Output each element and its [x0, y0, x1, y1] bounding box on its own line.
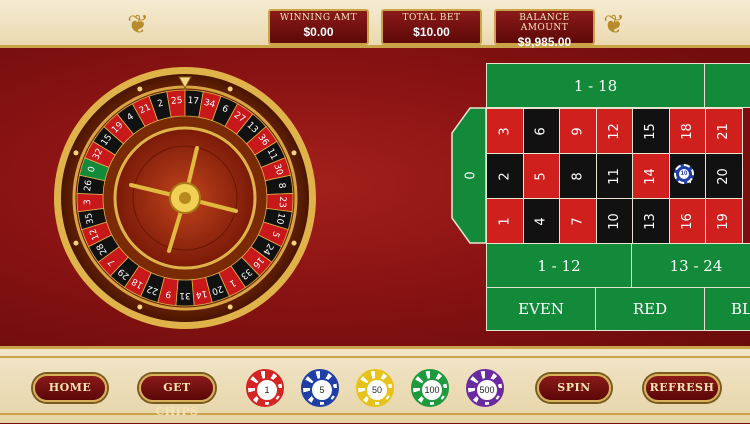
- chip-100[interactable]: 100: [411, 369, 449, 407]
- bet-number-20[interactable]: 20: [705, 153, 743, 199]
- bet-number-label: 13: [643, 212, 659, 230]
- chip-value-label: 100: [420, 378, 444, 402]
- bet-number-15[interactable]: 15: [632, 108, 670, 154]
- bet-number-label: 15: [643, 122, 659, 140]
- wheel-pocket-number: 14: [195, 288, 208, 300]
- bet-zero-label: 0: [463, 171, 479, 180]
- bet-number-18[interactable]: 18: [668, 108, 706, 154]
- placed-chip-value: 10: [679, 169, 689, 179]
- bet-first-dozen[interactable]: 1 - 12: [486, 243, 632, 288]
- home-button[interactable]: HOME: [33, 374, 107, 402]
- wheel-diamond-icon: [137, 304, 143, 310]
- wheel-pocket-number: 23: [277, 196, 287, 208]
- bet-number-21[interactable]: 21: [705, 108, 743, 154]
- bet-number-14[interactable]: 14: [632, 153, 670, 199]
- bet-number-9[interactable]: 9: [559, 108, 597, 154]
- wheel-diamond-icon: [73, 240, 79, 246]
- bet-number-label: 20: [716, 167, 732, 185]
- bet-number-label: 21: [716, 122, 732, 140]
- bet-number-7[interactable]: 7: [559, 198, 597, 244]
- chip-1[interactable]: 1: [246, 369, 284, 407]
- chip-value-label: 1: [255, 378, 279, 402]
- bet-1-18[interactable]: 1 - 18: [486, 63, 705, 108]
- wheel-pocket-number: 3: [83, 199, 93, 205]
- bet-number-2[interactable]: 2: [486, 153, 524, 199]
- bet-number-label: 1: [497, 216, 513, 226]
- placed-chip[interactable]: 10: [674, 164, 694, 184]
- bet-number-6[interactable]: 6: [522, 108, 560, 154]
- bet-number-label: 8: [570, 171, 586, 181]
- wheel-diamond-icon: [137, 86, 143, 92]
- bet-even-label: EVEN: [518, 300, 564, 318]
- bet-first-dozen-label: 1 - 12: [537, 256, 581, 275]
- bet-number-5[interactable]: 5: [522, 153, 560, 199]
- wheel-hub-center: [179, 192, 191, 204]
- bet-number-label: 7: [570, 216, 586, 226]
- bet-number-10[interactable]: 10: [595, 198, 633, 244]
- bet-number-13[interactable]: 13: [632, 198, 670, 244]
- bet-second-dozen-label: 13 - 24: [669, 256, 723, 275]
- bet-number-label: 10: [606, 212, 622, 230]
- chip-value-label: 50: [365, 378, 389, 402]
- bet-number-1[interactable]: 1: [486, 198, 524, 244]
- bet-top-next[interactable]: [704, 63, 750, 108]
- bet-red[interactable]: RED: [595, 287, 705, 331]
- wheel-pocket-number: 26: [83, 179, 94, 192]
- wheel-diamond-icon: [291, 150, 297, 156]
- bet-number-label: 6: [533, 126, 549, 136]
- bet-number-8[interactable]: 8: [559, 153, 597, 199]
- bet-number-label: 9: [570, 126, 586, 136]
- bet-second-dozen[interactable]: 13 - 24: [631, 243, 750, 288]
- bet-even[interactable]: EVEN: [486, 287, 596, 331]
- chip-50[interactable]: 50: [356, 369, 394, 407]
- bet-black[interactable]: BL: [704, 287, 750, 331]
- bet-number-label: 2: [497, 171, 513, 181]
- wheel-pocket-number: 17: [187, 96, 199, 107]
- refresh-button[interactable]: REFRESH: [644, 374, 720, 402]
- bet-red-label: RED: [632, 300, 668, 318]
- bet-number-4[interactable]: 4: [522, 198, 560, 244]
- wheel-diamond-icon: [73, 150, 79, 156]
- chip-500[interactable]: 500: [466, 369, 504, 407]
- wheel-diamond-icon: [227, 304, 233, 310]
- bottom-trim-bottom: [0, 413, 750, 415]
- bet-number-16[interactable]: 16: [668, 198, 706, 244]
- bet-1-18-label: 1 - 18: [573, 76, 618, 95]
- bet-number-12[interactable]: 12: [595, 108, 633, 154]
- spin-button[interactable]: SPIN: [537, 374, 611, 402]
- bet-black-label: BL: [731, 300, 750, 318]
- bet-number-3[interactable]: 3: [486, 108, 524, 154]
- bet-number-11[interactable]: 11: [595, 153, 633, 199]
- bet-number-label: 18: [679, 122, 695, 140]
- bet-number-label: 3: [497, 126, 513, 136]
- bet-number-label: 11: [606, 167, 622, 185]
- get-chips-button[interactable]: GET CHIPS: [139, 374, 215, 418]
- bet-number-19[interactable]: 19: [705, 198, 743, 244]
- wheel-diamond-icon: [291, 240, 297, 246]
- wheel-pocket-number: 25: [171, 96, 183, 107]
- chip-value-label: 5: [310, 378, 334, 402]
- bet-number-label: 19: [716, 212, 732, 230]
- chip-value-label: 500: [475, 378, 499, 402]
- bet-number-label: 5: [533, 171, 549, 181]
- bet-number-label: 4: [533, 216, 549, 226]
- bet-number-label: 14: [643, 167, 659, 185]
- bet-number-label: 16: [679, 212, 695, 230]
- bottom-trim-top: [0, 356, 750, 358]
- wheel-diamond-icon: [227, 86, 233, 92]
- chip-5[interactable]: 5: [301, 369, 339, 407]
- bet-zero[interactable]: 0: [455, 108, 487, 243]
- wheel-pocket-number: 31: [179, 290, 190, 300]
- bet-number-label: 12: [606, 122, 622, 140]
